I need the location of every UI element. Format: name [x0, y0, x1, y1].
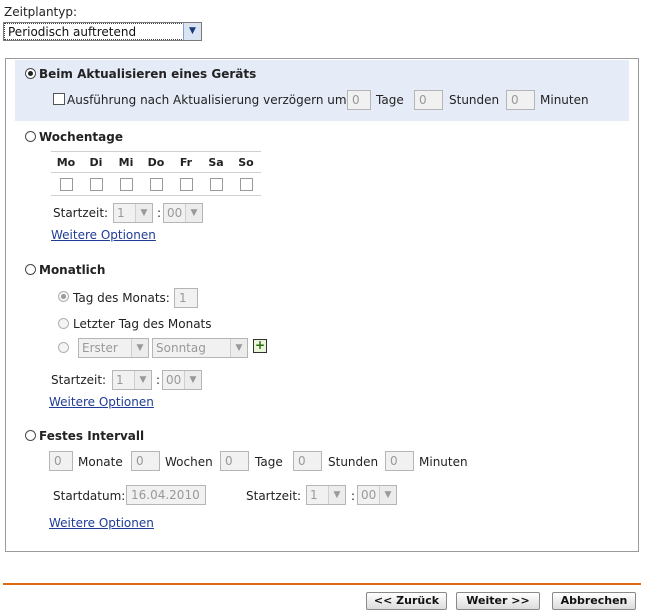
- interval-start-time-label: Startzeit:: [246, 489, 302, 503]
- interval-minutes-label: Minuten: [419, 455, 468, 469]
- day-checkbox-so[interactable]: [239, 178, 253, 191]
- delay-days-input[interactable]: 0: [347, 90, 371, 110]
- chevron-down-icon: ▼: [230, 339, 247, 357]
- chevron-down-icon: ▼: [328, 486, 345, 504]
- delay-hours-input[interactable]: 0: [414, 90, 443, 110]
- delay-days-label: Tage: [376, 93, 404, 107]
- weekdays-more-options-link[interactable]: Weitere Optionen: [51, 228, 156, 242]
- chevron-down-icon: ▼: [379, 486, 396, 504]
- interval-days-input[interactable]: 0: [220, 451, 249, 471]
- interval-minute-select[interactable]: 00 ▼: [357, 485, 397, 505]
- ordinal-value: Erster: [82, 341, 118, 355]
- interval-minute-value: 00: [361, 488, 377, 502]
- monthly-radio[interactable]: [25, 264, 36, 275]
- weekdays-colon: :: [157, 206, 162, 220]
- day-header-mo: Mo: [51, 151, 81, 173]
- day-of-month-input[interactable]: 1: [174, 288, 198, 308]
- interval-days-label: Tage: [255, 455, 283, 469]
- chevron-down-icon: ▼: [185, 204, 202, 222]
- chevron-down-icon: ▼: [134, 371, 151, 389]
- interval-hours-label: Stunden: [328, 455, 379, 469]
- weekday-select[interactable]: Sonntag ▼: [152, 338, 248, 358]
- day-of-month-label: Tag des Monats:: [73, 291, 170, 305]
- on-refresh-label: Beim Aktualisieren eines Geräts: [39, 67, 257, 81]
- monthly-more-options-link[interactable]: Weitere Optionen: [49, 395, 154, 409]
- day-checkbox-fr[interactable]: [179, 178, 193, 191]
- day-header-mi: Mi: [111, 151, 141, 173]
- schedule-type-select[interactable]: Periodisch auftretend ▼: [3, 22, 202, 41]
- delay-hours-label: Stunden: [449, 93, 500, 107]
- weekdays-minute-select[interactable]: 00 ▼: [163, 203, 203, 223]
- interval-hour-select[interactable]: 1 ▼: [306, 485, 346, 505]
- monthly-colon: :: [156, 373, 161, 387]
- interval-months-input[interactable]: 0: [49, 451, 73, 471]
- weekday-table: Mo Di Mi Do Fr Sa So: [51, 151, 261, 196]
- day-checkbox-do[interactable]: [149, 178, 163, 191]
- delay-minutes-input[interactable]: 0: [506, 90, 535, 110]
- day-checkbox-mo[interactable]: [59, 178, 73, 191]
- day-header-fr: Fr: [171, 151, 201, 173]
- cancel-button[interactable]: Abbrechen: [552, 592, 636, 610]
- monthly-minute-select[interactable]: 00 ▼: [162, 370, 202, 390]
- day-header-so: So: [231, 151, 261, 173]
- last-day-radio[interactable]: [58, 318, 69, 329]
- chevron-down-icon[interactable]: ▼: [183, 23, 201, 40]
- weekdays-minute-value: 00: [167, 206, 183, 220]
- delay-minutes-label: Minuten: [540, 93, 589, 107]
- ordinal-select[interactable]: Erster ▼: [78, 338, 149, 358]
- day-checkbox-di[interactable]: [89, 178, 103, 191]
- day-header-sa: Sa: [201, 151, 231, 173]
- weekdays-hour-value: 1: [117, 206, 125, 220]
- weekdays-start-label: Startzeit:: [53, 206, 109, 220]
- weekdays-hour-select[interactable]: 1 ▼: [113, 203, 153, 223]
- day-header-do: Do: [141, 151, 171, 173]
- fixed-interval-label: Festes Intervall: [39, 429, 145, 443]
- on-refresh-radio[interactable]: [25, 68, 36, 79]
- monthly-label: Monatlich: [39, 263, 106, 277]
- interval-weeks-label: Wochen: [165, 455, 213, 469]
- weekdays-label: Wochentage: [39, 130, 123, 144]
- interval-more-options-link[interactable]: Weitere Optionen: [49, 516, 154, 530]
- fixed-interval-radio[interactable]: [25, 430, 36, 441]
- day-checkbox-sa[interactable]: [209, 178, 223, 191]
- monthly-hour-select[interactable]: 1 ▼: [112, 370, 152, 390]
- interval-weeks-input[interactable]: 0: [131, 451, 160, 471]
- weekday-value: Sonntag: [156, 341, 206, 355]
- last-day-label: Letzter Tag des Monats: [73, 317, 212, 331]
- start-date-label: Startdatum:: [53, 489, 126, 503]
- back-button[interactable]: << Zurück: [366, 592, 447, 610]
- next-button[interactable]: Weiter >>: [456, 592, 540, 610]
- ordinal-weekday-radio[interactable]: [58, 342, 69, 353]
- chevron-down-icon: ▼: [135, 204, 152, 222]
- chevron-down-icon: ▼: [131, 339, 148, 357]
- schedule-type-label: Zeitplantyp:: [4, 5, 78, 19]
- start-date-input[interactable]: 16.04.2010: [126, 485, 206, 505]
- day-checkbox-mi[interactable]: [119, 178, 133, 191]
- day-of-month-radio[interactable]: [58, 291, 69, 302]
- interval-hours-input[interactable]: 0: [293, 451, 322, 471]
- add-icon[interactable]: +: [253, 339, 267, 353]
- footer-divider: [3, 583, 641, 585]
- delay-checkbox[interactable]: [53, 93, 65, 105]
- chevron-down-icon: ▼: [184, 371, 201, 389]
- monthly-minute-value: 00: [166, 373, 182, 387]
- monthly-start-label: Startzeit:: [51, 373, 107, 387]
- day-header-di: Di: [81, 151, 111, 173]
- interval-colon: :: [351, 489, 356, 503]
- weekdays-radio[interactable]: [25, 131, 36, 142]
- interval-minutes-input[interactable]: 0: [385, 451, 414, 471]
- schedule-type-value: Periodisch auftretend: [4, 23, 184, 40]
- interval-hour-value: 1: [310, 488, 318, 502]
- interval-months-label: Monate: [78, 455, 123, 469]
- monthly-hour-value: 1: [116, 373, 124, 387]
- delay-label: Ausführung nach Aktualisierung verzögern…: [67, 93, 351, 107]
